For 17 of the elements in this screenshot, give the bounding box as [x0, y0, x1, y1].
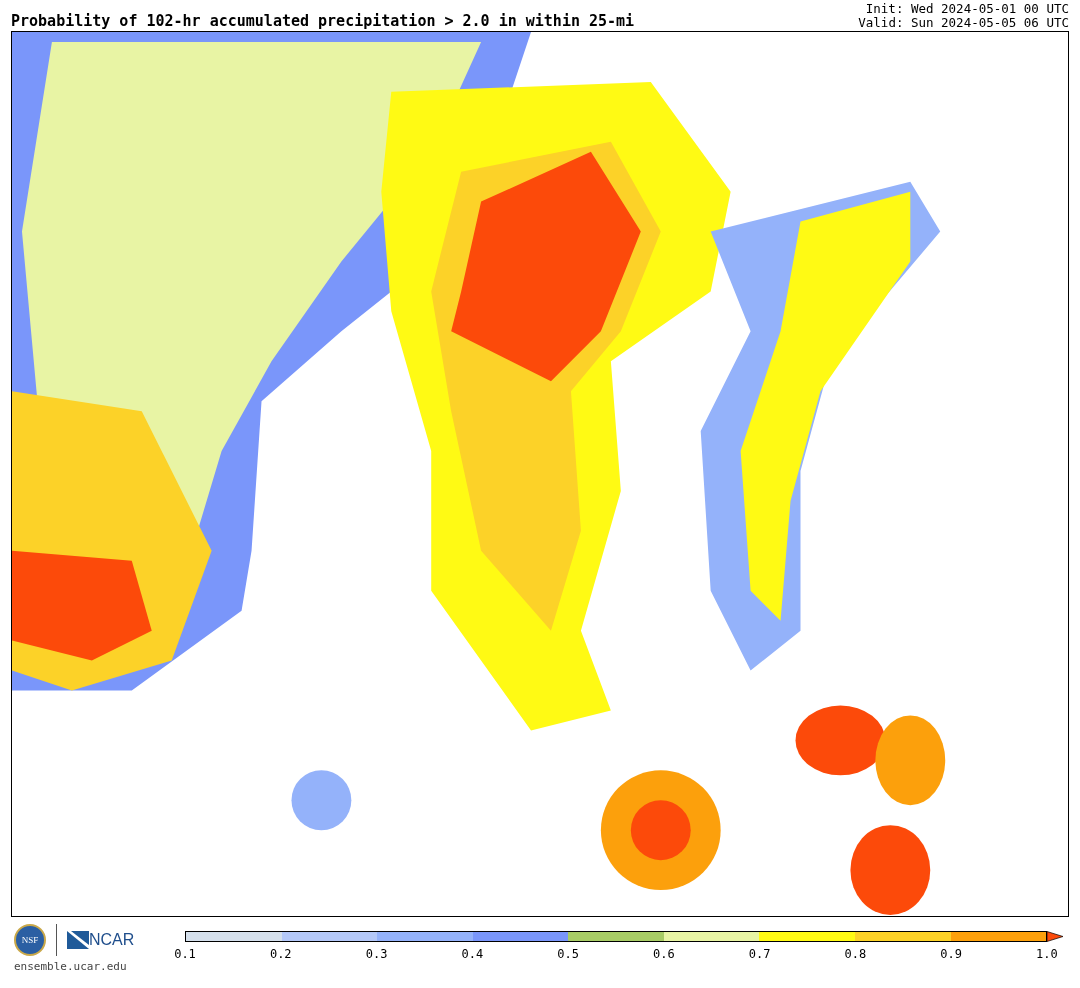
tick-label: 0.3 [364, 947, 389, 961]
tick-label: 0.1 [173, 947, 197, 961]
tick-label: 0.8 [843, 947, 868, 961]
tick-label: 0.9 [939, 947, 963, 961]
nsf-logo: NSF [14, 924, 46, 956]
site-url: ensemble.ucar.edu [14, 960, 128, 973]
tick-label: 1.0 [1035, 947, 1059, 961]
tick-label: 0.5 [556, 947, 580, 961]
tick-label: 0.6 [652, 947, 676, 961]
mountain-icon [67, 931, 89, 949]
tick-label: 0.2 [268, 947, 293, 961]
valid-time: Valid: Sun 2024-05-05 06 UTC [858, 16, 1069, 30]
chart-title: Probability of 102-hr accumulated precipitation > 2.0 in within 25-mi [11, 12, 635, 30]
tick-label: 0.4 [460, 947, 485, 961]
init-time: Init: Wed 2024-05-01 00 UTC [865, 2, 1069, 16]
tick-label: 0.7 [747, 947, 772, 961]
ncar-logo: NCAR [89, 931, 135, 949]
